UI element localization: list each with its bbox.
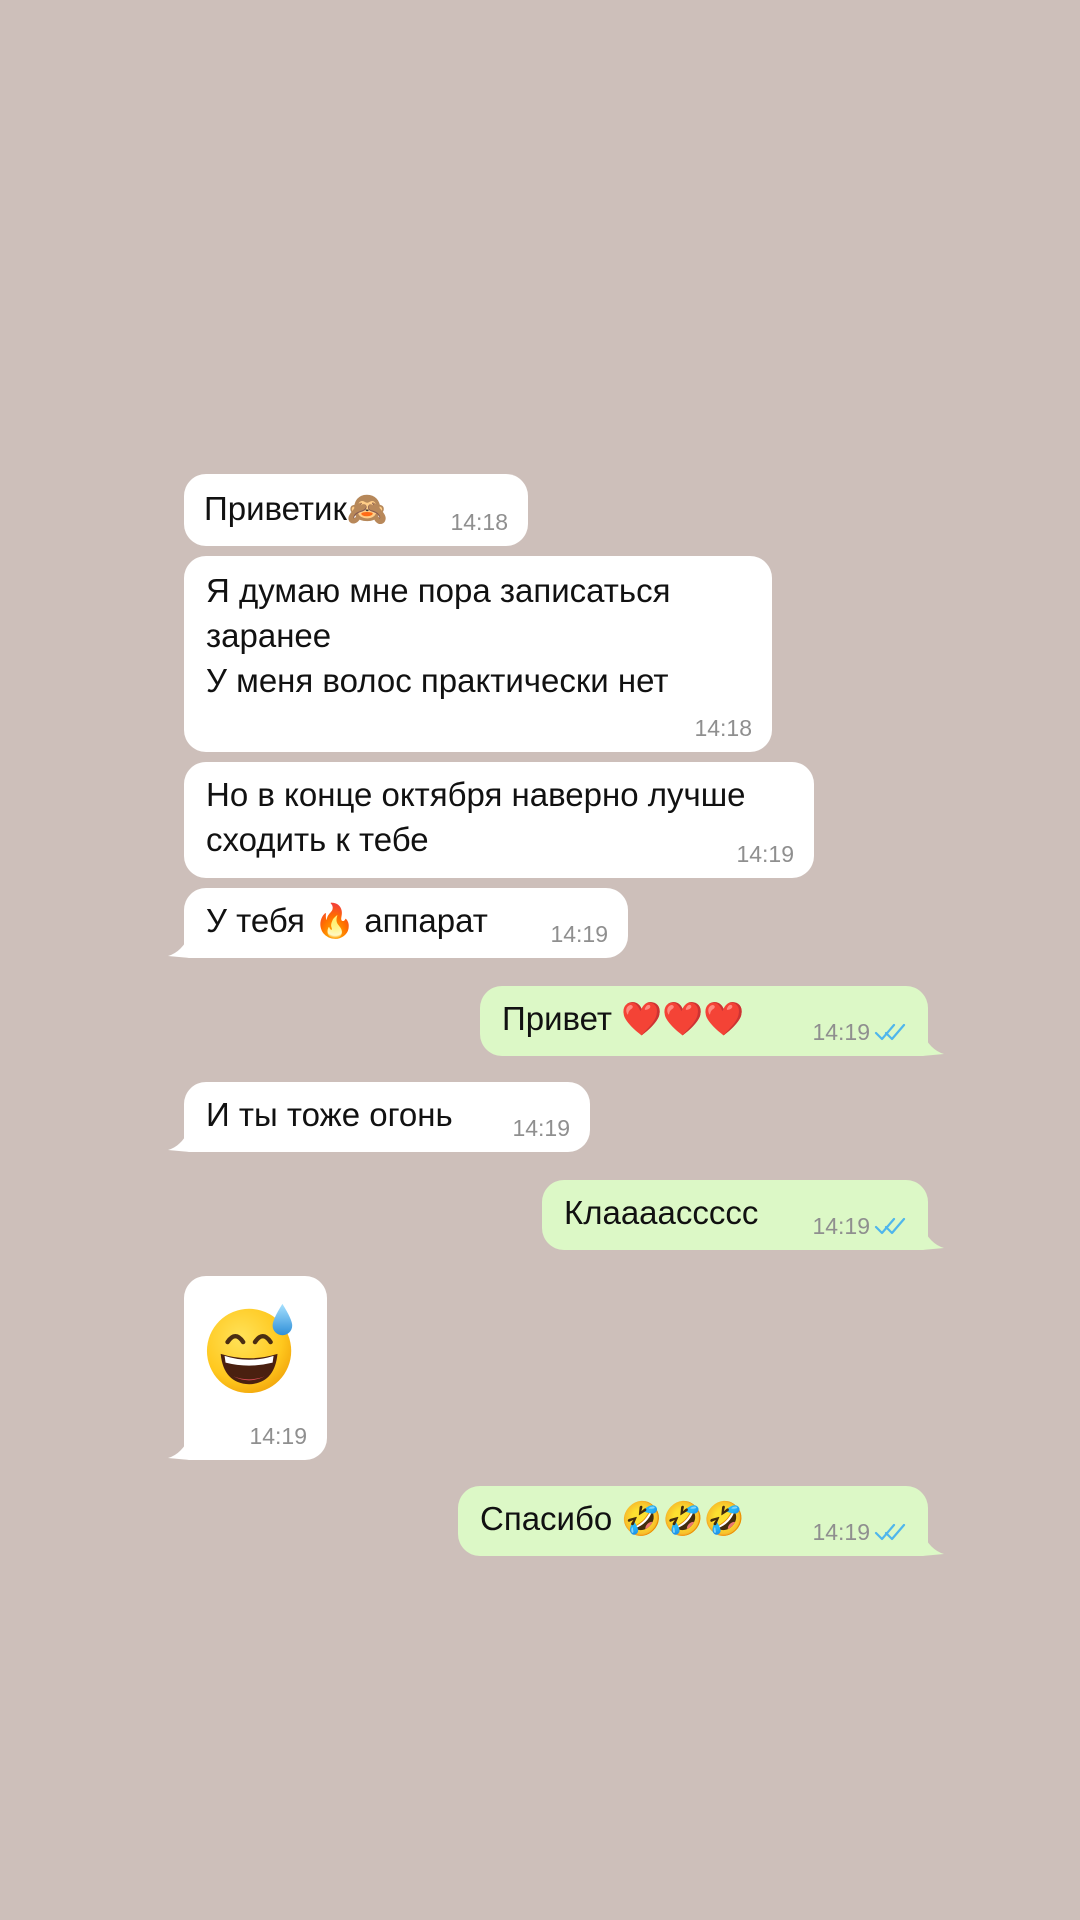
- message-time: 14:19: [812, 1518, 908, 1546]
- message-time: 14:19: [812, 1018, 908, 1046]
- message-time: 14:19: [249, 1423, 307, 1449]
- grinning-sweat-emoji: [206, 1303, 293, 1394]
- incoming-message[interactable]: Но в конце октября наверно лучше сходить…: [184, 762, 814, 878]
- bubble-tail: [168, 934, 190, 958]
- message-text: Клааааccccc: [564, 1194, 759, 1231]
- incoming-message[interactable]: Я думаю мне пора записаться заранее У ме…: [184, 556, 772, 752]
- message-time: 14:19: [736, 841, 794, 867]
- incoming-message[interactable]: У тебя 🔥 аппарат 14:19: [168, 888, 628, 958]
- monkey-emoji: 🙈: [346, 489, 389, 528]
- incoming-message[interactable]: Приветик🙈 14:18: [184, 474, 528, 546]
- incoming-message[interactable]: И ты тоже огонь 14:19: [168, 1082, 590, 1152]
- time-label: 14:19: [812, 1519, 870, 1545]
- bubble-tail: [922, 1532, 944, 1556]
- emoji-text: 😅: [184, 1276, 185, 1277]
- chat-screen: Приветик🙈 14:18 Я думаю мне пора записат…: [0, 0, 1080, 1920]
- bubble-tail: [922, 1032, 944, 1056]
- message-time: 14:19: [812, 1212, 908, 1240]
- double-check-icon: [874, 1023, 906, 1041]
- message-text: Привет ❤️❤️❤️: [502, 1000, 745, 1037]
- double-check-icon: [874, 1523, 906, 1541]
- bubble-tail: [168, 1436, 190, 1460]
- double-check-icon: [874, 1217, 906, 1235]
- bubble-tail: [922, 1226, 944, 1250]
- time-label: 14:19: [812, 1213, 870, 1239]
- message-text: Спасибо 🤣🤣🤣: [480, 1500, 745, 1537]
- outgoing-message[interactable]: Спасибо 🤣🤣🤣 14:19: [458, 1486, 944, 1556]
- time-label: 14:19: [812, 1019, 870, 1045]
- outgoing-message[interactable]: Привет ❤️❤️❤️ 14:19: [480, 986, 944, 1056]
- message-time: 14:19: [550, 921, 608, 947]
- outgoing-message[interactable]: Клааааccccc 14:19: [542, 1180, 944, 1250]
- message-text: И ты тоже огонь: [206, 1096, 453, 1133]
- bubble-tail: [168, 1128, 190, 1152]
- message-time: 14:18: [450, 509, 508, 535]
- message-time: 14:19: [512, 1115, 570, 1141]
- message-text: Я думаю мне пора записаться заранее У ме…: [206, 572, 671, 699]
- message-text: Но в конце октября наверно лучше сходить…: [206, 776, 746, 858]
- message-text: Приветик: [204, 490, 347, 527]
- incoming-message[interactable]: 😅 14:19: [168, 1276, 327, 1460]
- message-text: У тебя 🔥 аппарат: [206, 902, 488, 939]
- message-time: 14:18: [694, 715, 752, 741]
